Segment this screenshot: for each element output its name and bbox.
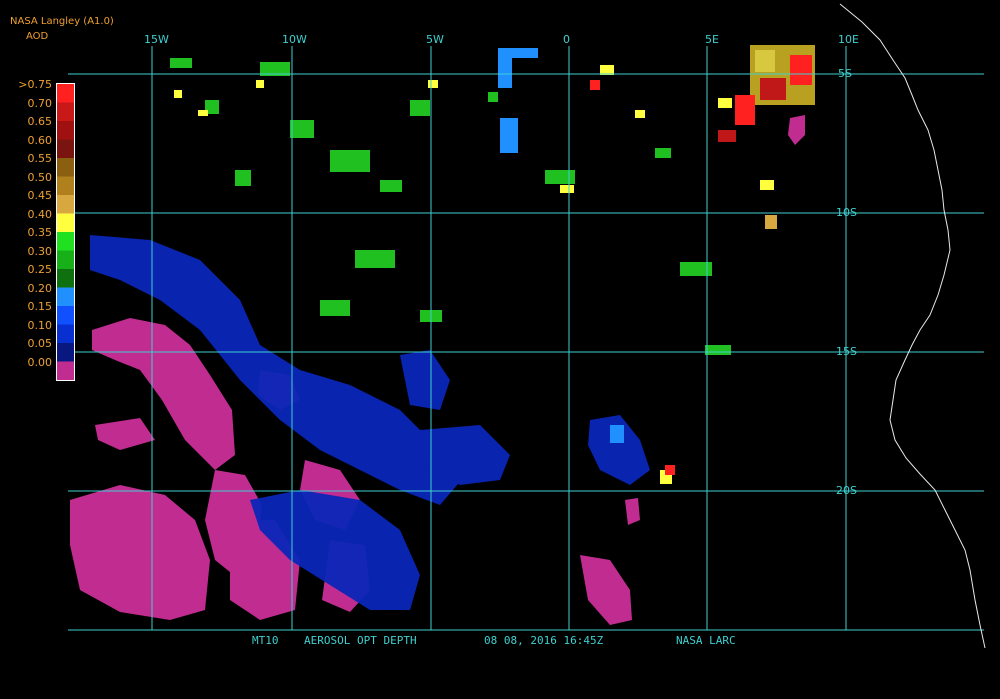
colorbar-swatch — [57, 176, 74, 196]
lon-label-10w: 10W — [282, 33, 307, 46]
lon-label-15w: 15W — [144, 33, 169, 46]
colorbar-swatch — [57, 84, 74, 104]
colorbar-label: 0.65 — [27, 115, 53, 128]
colorbar-label: 0.55 — [27, 152, 53, 165]
colorbar-swatch — [57, 343, 74, 363]
colorbar-label: 0.35 — [27, 226, 53, 239]
lon-label-5w: 5W — [426, 33, 444, 46]
colorbar-label: 0.60 — [27, 133, 53, 147]
colorbar-swatch — [57, 121, 74, 141]
lon-label-5e: 5E — [705, 33, 719, 46]
colorbar-swatch — [57, 287, 74, 307]
header-subtitle: AOD — [26, 31, 49, 42]
colorbar-label: 0.15 — [27, 300, 53, 313]
aod-colorbar — [56, 83, 75, 381]
colorbar-swatch — [57, 102, 74, 122]
lon-label-0: 0 — [563, 33, 570, 46]
colorbar-label: 0.40 — [27, 207, 53, 221]
lat-label-20s: 20S — [836, 484, 857, 497]
colorbar-label: 0.50 — [27, 170, 53, 184]
footer-caption: MT10 AEROSOL OPT DEPTH 08 08, 2016 16:45… — [0, 634, 1000, 650]
aod-map — [0, 0, 1000, 650]
footer-product: MT10 — [252, 634, 279, 647]
footer-field: AEROSOL OPT DEPTH — [304, 634, 417, 647]
colorbar-swatch — [57, 139, 74, 159]
colorbar-swatch — [57, 250, 74, 270]
colorbar-label: 0.10 — [27, 318, 53, 332]
colorbar-swatch — [57, 158, 74, 178]
header-title: NASA Langley (A1.0) — [10, 16, 114, 27]
colorbar-swatch — [57, 324, 74, 344]
colorbar-label: >0.75 — [18, 78, 52, 91]
colorbar-swatch — [57, 213, 74, 233]
lon-label-10e: 10E — [838, 33, 859, 46]
colorbar-swatch — [57, 306, 74, 326]
colorbar-label: 0.30 — [27, 244, 53, 258]
colorbar-label: 0.70 — [27, 96, 53, 110]
colorbar-label: 0.20 — [27, 281, 53, 295]
colorbar-label: 0.25 — [27, 263, 53, 276]
footer-source: NASA LARC — [676, 634, 736, 647]
colorbar-swatch — [57, 195, 74, 215]
colorbar-swatch — [57, 232, 74, 252]
lat-label-10s: 10S — [836, 206, 857, 219]
colorbar-label: 0.45 — [27, 189, 53, 202]
colorbar-label: 0.05 — [27, 337, 53, 350]
colorbar-swatch — [57, 361, 74, 381]
colorbar-swatch — [57, 269, 74, 289]
footer-datetime: 08 08, 2016 16:45Z — [484, 634, 604, 647]
lat-label-15s: 15S — [836, 345, 857, 358]
lat-label-5s: 5S — [838, 67, 852, 80]
colorbar-label: 0.00 — [27, 355, 53, 369]
